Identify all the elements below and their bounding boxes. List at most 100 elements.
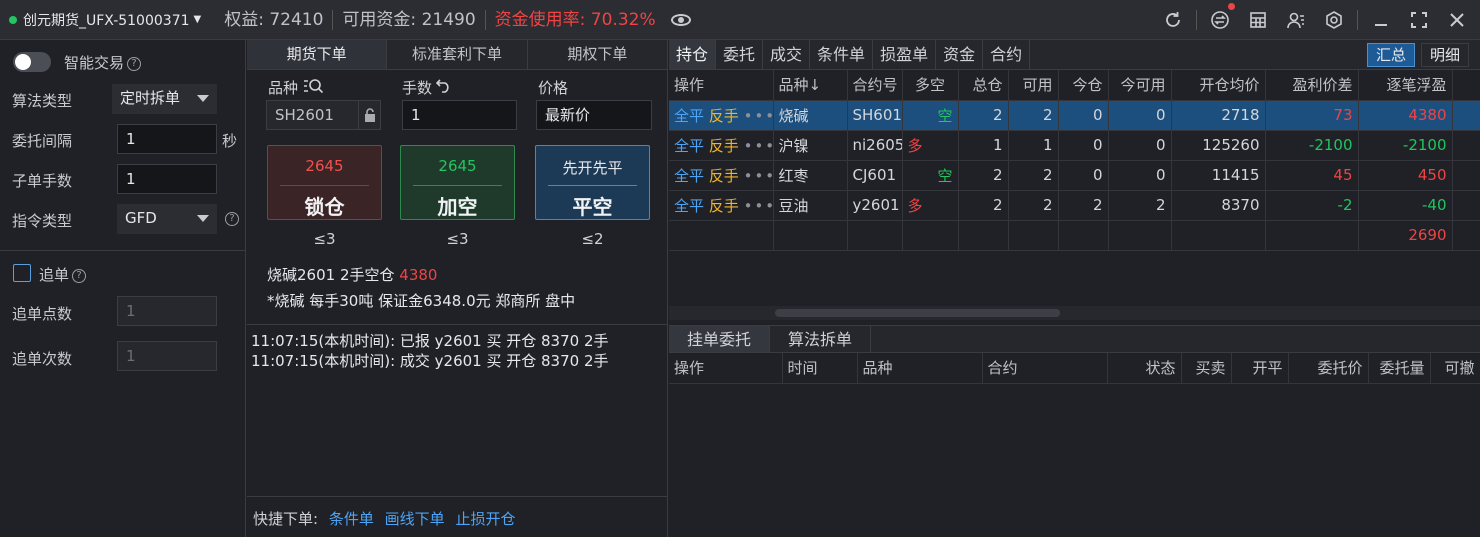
- col-time[interactable]: 时间: [782, 353, 858, 384]
- close-short-button[interactable]: 先开先平 平空: [535, 145, 650, 220]
- table-row[interactable]: 全平 反手 ••• 豆油 y2601 多 2 2 2 2 8370 -2 -40: [669, 190, 1480, 221]
- undo-icon[interactable]: [435, 77, 452, 97]
- interval-input[interactable]: 1: [117, 124, 217, 154]
- reverse-link[interactable]: 反手: [709, 107, 739, 125]
- chase-points-label: 追单点数: [12, 305, 73, 323]
- col-available[interactable]: 可用: [1008, 70, 1059, 101]
- tab-funds[interactable]: 资金: [936, 40, 984, 69]
- tab-contracts[interactable]: 合约: [983, 40, 1031, 69]
- col-float-pnl[interactable]: 逐笔浮盈: [1358, 70, 1453, 101]
- chevron-down-icon[interactable]: ▼: [194, 14, 202, 25]
- tab-algo-split[interactable]: 算法拆单: [770, 326, 872, 352]
- more-icon[interactable]: •••: [744, 107, 772, 125]
- col-total[interactable]: 总仓: [958, 70, 1009, 101]
- qty-input[interactable]: 1: [402, 100, 517, 130]
- chase-checkbox[interactable]: [13, 264, 31, 282]
- tab-orders[interactable]: 委托: [716, 40, 764, 69]
- col-today[interactable]: 今仓: [1058, 70, 1109, 101]
- col-symbol[interactable]: 品种↓: [773, 70, 848, 101]
- reverse-link[interactable]: 反手: [709, 197, 739, 215]
- horizontal-scrollbar[interactable]: [669, 306, 1480, 320]
- tab-stop-profit[interactable]: 损盈单: [873, 40, 937, 69]
- reverse-link[interactable]: 反手: [709, 137, 739, 155]
- col-direction[interactable]: 多空: [902, 70, 959, 101]
- add-short-button[interactable]: 2645 加空: [400, 145, 515, 220]
- total-float-pnl: 2690: [1358, 220, 1453, 251]
- help-icon[interactable]: ?: [72, 268, 87, 283]
- maximize-icon[interactable]: [1408, 9, 1430, 31]
- col-contract[interactable]: 合约号: [847, 70, 903, 101]
- help-icon[interactable]: ?: [225, 212, 239, 226]
- col-today-available[interactable]: 今可用: [1108, 70, 1172, 101]
- cell-contract: SH601: [847, 100, 903, 131]
- col-open-close[interactable]: 开平: [1231, 353, 1289, 384]
- col-order-qty[interactable]: 委托量: [1368, 353, 1431, 384]
- algo-type-select[interactable]: 定时拆单: [112, 84, 217, 114]
- close-all-link[interactable]: 全平: [674, 107, 704, 125]
- gear-icon[interactable]: [1323, 9, 1345, 31]
- price-label: 价格: [538, 79, 569, 97]
- table-row[interactable]: 全平 反手 ••• 红枣 CJ601 空 2 2 0 0 11415 45 45…: [669, 160, 1480, 191]
- col-status[interactable]: 状态: [1107, 353, 1182, 384]
- exchange-icon[interactable]: [1209, 3, 1235, 31]
- col-cancelable[interactable]: 可撤: [1430, 353, 1480, 384]
- tab-positions[interactable]: 持仓: [669, 40, 717, 69]
- cell-available: 2: [1008, 100, 1059, 131]
- col-action[interactable]: 操作: [669, 353, 783, 384]
- more-icon[interactable]: •••: [744, 137, 772, 155]
- smart-trade-toggle[interactable]: [13, 52, 51, 72]
- tab-conditional[interactable]: 条件单: [810, 40, 874, 69]
- equity-label: 权益: 72410: [215, 9, 334, 30]
- col-symbol[interactable]: 品种: [857, 353, 983, 384]
- cell-today-available: 0: [1108, 160, 1172, 191]
- col-order-price[interactable]: 委托价: [1288, 353, 1369, 384]
- tab-trades[interactable]: 成交: [763, 40, 811, 69]
- price-input[interactable]: 最新价: [536, 100, 652, 130]
- tab-pending-orders[interactable]: 挂单委托: [669, 326, 771, 352]
- close-all-link[interactable]: 全平: [674, 167, 704, 185]
- cell-avg-price: 125260: [1171, 130, 1266, 161]
- lock-position-button[interactable]: 2645 锁仓: [267, 145, 382, 220]
- link-line-order[interactable]: 画线下单: [385, 510, 445, 528]
- reverse-link[interactable]: 反手: [709, 167, 739, 185]
- child-qty-input[interactable]: 1: [117, 164, 217, 194]
- minimize-icon[interactable]: [1370, 9, 1392, 31]
- table-row[interactable]: 全平 反手 ••• 沪镍 ni2605 多 1 1 0 0 125260 -21…: [669, 130, 1480, 161]
- chase-times-input[interactable]: 1: [117, 341, 217, 371]
- refresh-icon[interactable]: [1162, 9, 1184, 31]
- more-icon[interactable]: •••: [744, 167, 772, 185]
- col-avg-price[interactable]: 开仓均价: [1171, 70, 1266, 101]
- account-selector[interactable]: 创元期货_UFX-51000371: [23, 10, 190, 30]
- col-side[interactable]: 买卖: [1181, 353, 1232, 384]
- more-icon[interactable]: •••: [744, 197, 772, 215]
- cell-price-diff: -2: [1265, 190, 1359, 221]
- cell-float-pnl: 4380: [1358, 100, 1453, 131]
- chase-points-input[interactable]: 1: [117, 296, 217, 326]
- tab-futures-order[interactable]: 期货下单: [247, 40, 388, 69]
- detail-button[interactable]: 明细: [1421, 43, 1469, 67]
- link-conditional-order[interactable]: 条件单: [329, 510, 374, 528]
- col-contract[interactable]: 合约: [982, 353, 1108, 384]
- order-type-select[interactable]: GFD: [117, 204, 217, 234]
- col-price-diff[interactable]: 盈利价差: [1265, 70, 1359, 101]
- symbol-input[interactable]: SH2601: [266, 100, 381, 130]
- close-all-link[interactable]: 全平: [674, 137, 704, 155]
- calculator-icon[interactable]: [1247, 9, 1269, 31]
- positions-table: 操作 品种↓ 合约号 多空 总仓 可用 今仓 今可用 开仓均价 盈利价差 逐笔浮…: [669, 70, 1480, 251]
- lock-icon[interactable]: [358, 101, 380, 129]
- col-action[interactable]: 操作: [669, 70, 774, 101]
- summary-button[interactable]: 汇总: [1367, 43, 1415, 67]
- cell-available: 2: [1008, 190, 1059, 221]
- help-icon[interactable]: ?: [127, 56, 142, 71]
- table-row[interactable]: 全平 反手 ••• 烧碱 SH601 空 2 2 0 0 2718 73 438…: [669, 100, 1480, 131]
- eye-icon[interactable]: [670, 13, 691, 26]
- scrollbar-thumb[interactable]: [775, 309, 1060, 317]
- user-settings-icon[interactable]: [1285, 9, 1307, 31]
- close-all-link[interactable]: 全平: [674, 197, 704, 215]
- tab-arbitrage-order[interactable]: 标准套利下单: [387, 40, 528, 69]
- tab-options-order[interactable]: 期权下单: [528, 40, 667, 69]
- search-icon[interactable]: [303, 78, 324, 100]
- close-icon[interactable]: [1446, 9, 1468, 31]
- link-stop-open[interactable]: 止损开仓: [455, 510, 515, 528]
- symbol-label: 品种: [268, 79, 299, 97]
